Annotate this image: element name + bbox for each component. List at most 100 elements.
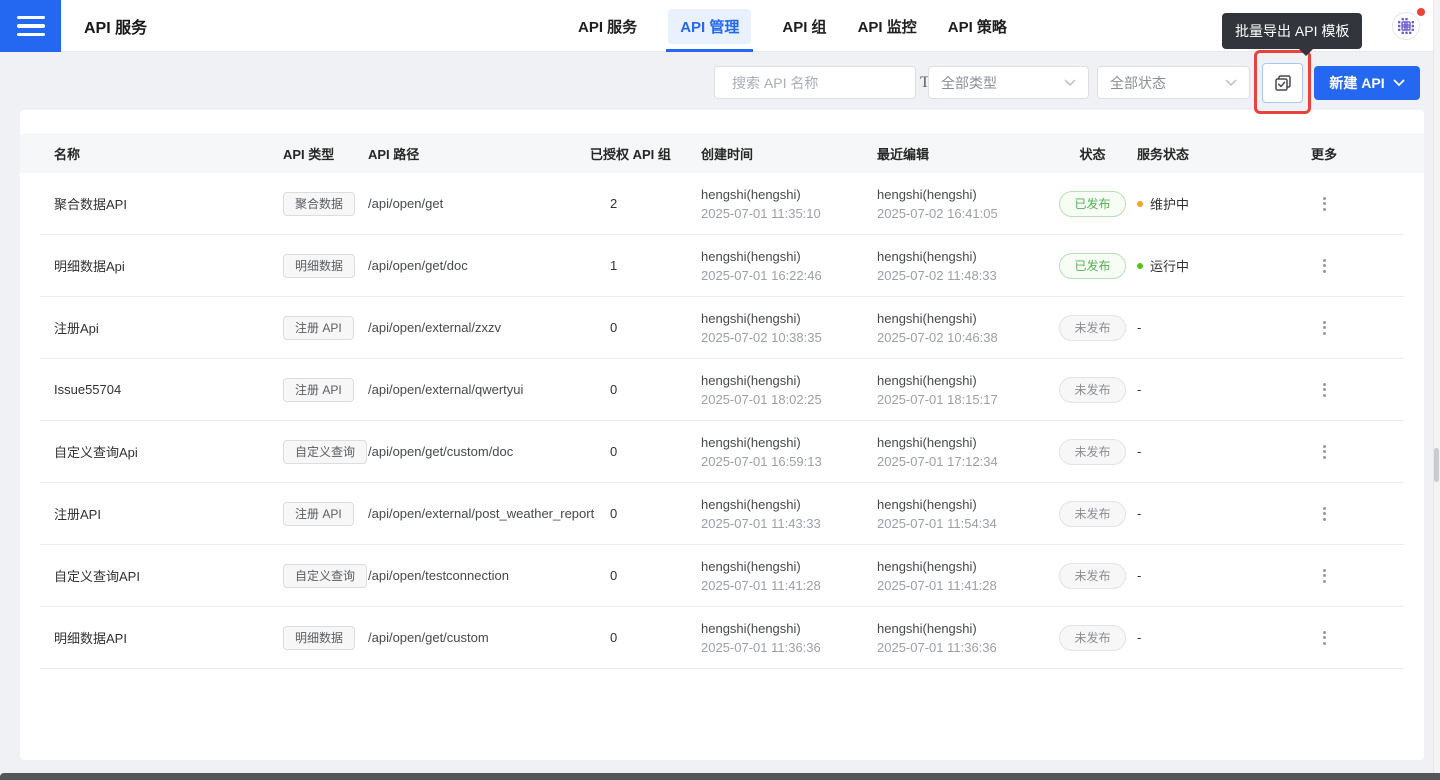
brand-logo-icon [1397,17,1415,35]
status-badge: 未发布 [1059,315,1125,341]
service-status-label: - [1137,382,1141,397]
vertical-scrollbar-thumb[interactable] [1434,448,1439,482]
column-header-name: 名称 [54,144,283,163]
created-by: hengshi(hengshi) [701,371,877,390]
edited-by: hengshi(hengshi) [877,557,1048,576]
service-status-dot [1137,201,1143,207]
edited-at: 2025-07-01 11:54:34 [877,514,1048,533]
api-name: 注册Api [54,318,283,337]
status-badge: 未发布 [1059,501,1125,527]
new-api-button[interactable]: 新建 API [1314,66,1420,100]
table-header-row: 名称 API 类型 API 路径 已授权 API 组 创建时间 最近编辑 状态 … [20,133,1424,173]
table-row[interactable]: 自定义查询Api 自定义查询 /api/open/get/custom/doc … [40,421,1404,483]
status-badge: 已发布 [1059,253,1125,279]
column-header-edited: 最近编辑 [877,144,1048,163]
edited-by: hengshi(hengshi) [877,185,1048,204]
created-at: 2025-07-02 10:38:35 [701,328,877,347]
created-cell: hengshi(hengshi) 2025-07-01 16:22:46 [701,247,877,285]
table-body: 聚合数据API 聚合数据 /api/open/get 2 hengshi(hen… [40,173,1404,669]
tab-api-policy[interactable]: API 策略 [946,0,1009,52]
more-actions-icon[interactable] [1319,565,1330,587]
created-by: hengshi(hengshi) [701,495,877,514]
service-status-label: 维护中 [1150,194,1189,213]
horizontal-scrollbar[interactable] [0,773,1440,780]
edited-cell: hengshi(hengshi) 2025-07-02 16:41:05 [877,185,1048,223]
tab-api-management[interactable]: API 管理 [666,0,753,52]
edited-at: 2025-07-01 17:12:34 [877,452,1048,471]
column-header-groups: 已授权 API 组 [590,144,701,163]
more-actions-icon[interactable] [1319,627,1330,649]
column-header-type: API 类型 [283,144,368,163]
api-table-card: 名称 API 类型 API 路径 已授权 API 组 创建时间 最近编辑 状态 … [20,110,1424,760]
filter-bar: TT 全部类型 全部状态 新建 API [0,52,1440,110]
type-filter-select[interactable]: 全部类型 [928,66,1089,99]
more-actions-icon[interactable] [1319,379,1330,401]
hamburger-menu-button[interactable] [0,0,61,52]
created-by: hengshi(hengshi) [701,619,877,638]
api-type-badge: 注册 API [283,316,354,340]
column-header-more: 更多 [1240,144,1390,163]
authorized-group-count: 1 [596,258,701,273]
api-path: /api/open/get/custom [368,630,596,645]
created-by: hengshi(hengshi) [701,309,877,328]
created-cell: hengshi(hengshi) 2025-07-01 11:43:33 [701,495,877,533]
status-badge: 未发布 [1059,563,1125,589]
more-actions-icon[interactable] [1319,193,1330,215]
edited-at: 2025-07-02 11:48:33 [877,266,1048,285]
edited-cell: hengshi(hengshi) 2025-07-02 10:46:38 [877,309,1048,347]
created-by: hengshi(hengshi) [701,247,877,266]
edited-at: 2025-07-01 11:36:36 [877,638,1048,657]
service-status-label: - [1137,444,1141,459]
more-actions-icon[interactable] [1319,255,1330,277]
type-filter-value: 全部类型 [941,73,997,93]
edited-at: 2025-07-02 10:46:38 [877,328,1048,347]
table-row[interactable]: 明细数据API 明细数据 /api/open/get/custom 0 heng… [40,607,1404,669]
tab-api-group[interactable]: API 组 [780,0,828,52]
tab-api-monitor[interactable]: API 监控 [856,0,919,52]
service-status-label: - [1137,506,1141,521]
edited-by: hengshi(hengshi) [877,619,1048,638]
user-avatar[interactable] [1392,12,1420,40]
api-name: Issue55704 [54,382,283,397]
api-path: /api/open/external/qwertyui [368,382,596,397]
tab-api-service[interactable]: API 服务 [576,0,639,52]
table-row[interactable]: 明细数据Api 明细数据 /api/open/get/doc 1 hengshi… [40,235,1404,297]
status-filter-value: 全部状态 [1110,73,1166,93]
status-filter-select[interactable]: 全部状态 [1097,66,1250,99]
more-actions-icon[interactable] [1319,317,1330,339]
batch-export-button[interactable] [1262,63,1303,103]
status-badge: 已发布 [1059,191,1125,217]
page-title: API 服务 [84,0,147,52]
edited-by: hengshi(hengshi) [877,495,1048,514]
more-actions-icon[interactable] [1319,441,1330,463]
api-path: /api/open/get/custom/doc [368,444,596,459]
created-by: hengshi(hengshi) [701,557,877,576]
created-by: hengshi(hengshi) [701,185,877,204]
created-at: 2025-07-01 11:36:36 [701,638,877,657]
table-row[interactable]: 聚合数据API 聚合数据 /api/open/get 2 hengshi(hen… [40,173,1404,235]
service-status-label: - [1137,630,1141,645]
search-input[interactable] [732,75,913,91]
edited-cell: hengshi(hengshi) 2025-07-01 11:41:28 [877,557,1048,595]
vertical-scrollbar[interactable] [1433,0,1440,780]
status-badge: 未发布 [1059,377,1125,403]
table-row[interactable]: 注册Api 注册 API /api/open/external/zxzv 0 h… [40,297,1404,359]
authorized-group-count: 0 [596,630,701,645]
table-row[interactable]: 注册API 注册 API /api/open/external/post_wea… [40,483,1404,545]
table-row[interactable]: 自定义查询API 自定义查询 /api/open/testconnection … [40,545,1404,607]
chevron-down-icon [1393,79,1405,87]
api-type-badge: 自定义查询 [283,564,367,588]
chevron-down-icon [1064,79,1076,87]
authorized-group-count: 0 [596,444,701,459]
api-path: /api/open/get [368,196,596,211]
created-cell: hengshi(hengshi) 2025-07-01 11:35:10 [701,185,877,223]
authorized-group-count: 0 [596,382,701,397]
service-status-dot [1137,263,1143,269]
search-box[interactable]: TT [714,66,916,99]
more-actions-icon[interactable] [1319,503,1330,525]
table-row[interactable]: Issue55704 注册 API /api/open/external/qwe… [40,359,1404,421]
created-cell: hengshi(hengshi) 2025-07-01 16:59:13 [701,433,877,471]
created-at: 2025-07-01 18:02:25 [701,390,877,409]
column-header-service-status: 服务状态 [1137,144,1240,163]
created-at: 2025-07-01 16:22:46 [701,266,877,285]
